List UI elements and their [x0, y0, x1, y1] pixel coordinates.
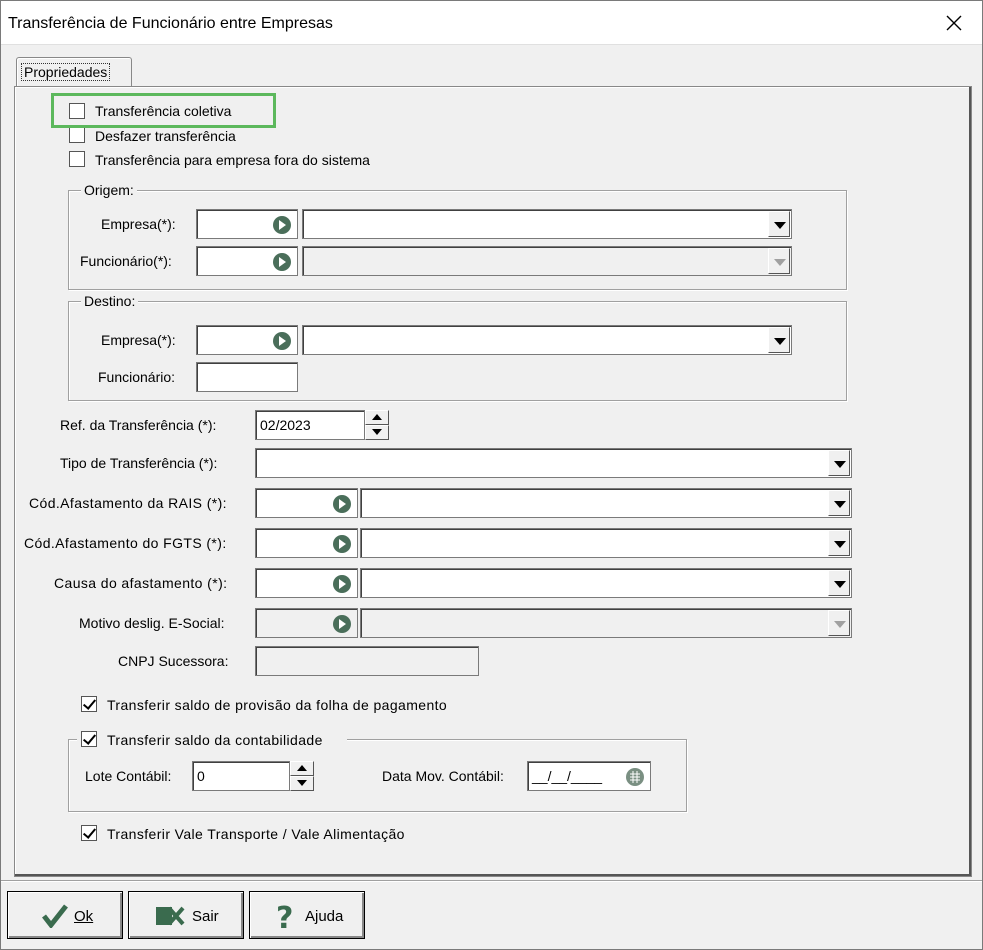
rais-select[interactable] [360, 488, 852, 518]
transfer-dialog: Transferência de Funcionário entre Empre… [0, 0, 983, 950]
ajuda-label: Ajuda [305, 908, 344, 925]
motivo-label: Motivo deslig. E-Social: [79, 615, 225, 631]
exit-icon [156, 906, 185, 926]
desfazer-label: Desfazer transferência [95, 128, 236, 144]
destino-empresa-label: Empresa(*): [101, 332, 176, 348]
fora-sistema-checkbox[interactable] [69, 151, 85, 167]
rais-label: Cód.Afastamento da RAIS (*): [29, 495, 227, 511]
ref-spinner[interactable] [365, 410, 389, 440]
calendar-icon[interactable] [624, 766, 646, 788]
lookup-icon[interactable] [331, 533, 353, 555]
ok-label: Ok [74, 908, 94, 925]
tipo-select[interactable] [255, 448, 852, 478]
title-bar: Transferência de Funcionário entre Empre… [1, 1, 982, 45]
cnpj-field [255, 646, 479, 676]
svg-text:?: ? [276, 902, 293, 932]
provisao-checkbox[interactable] [81, 696, 97, 712]
highlight-box [51, 93, 276, 128]
chevron-down-icon[interactable] [768, 211, 790, 237]
chevron-down-icon[interactable] [768, 327, 790, 353]
origem-funcionario-select [302, 246, 792, 276]
vale-label: Transferir Vale Transporte / Vale Alimen… [107, 826, 405, 842]
lookup-icon[interactable] [331, 573, 353, 595]
ref-input[interactable]: 02/2023 [255, 410, 365, 440]
origem-funcionario-label: Funcionário(*): [80, 253, 172, 269]
tab-label: Propriedades [21, 63, 111, 81]
contabilidade-label: Transferir saldo da contabilidade [107, 732, 323, 748]
lookup-icon [333, 615, 351, 633]
cnpj-label: CNPJ Sucessora: [118, 653, 229, 669]
lookup-icon[interactable] [331, 493, 353, 515]
chevron-down-icon [828, 610, 850, 636]
motivo-select [360, 608, 852, 638]
fgts-label: Cód.Afastamento do FGTS (*): [24, 535, 227, 551]
desfazer-checkbox[interactable] [69, 127, 85, 143]
lote-spinner[interactable] [290, 761, 314, 791]
causa-label: Causa do afastamento (*): [54, 575, 228, 591]
chevron-down-icon [768, 248, 790, 274]
ok-button[interactable]: Ok [7, 891, 123, 939]
destino-title: Destino: [81, 293, 139, 309]
lote-label: Lote Contábil: [85, 768, 172, 784]
checkmark-icon [42, 904, 68, 928]
lookup-icon[interactable] [271, 330, 293, 352]
help-icon: ? [276, 902, 293, 932]
chevron-down-icon[interactable] [828, 530, 850, 556]
fgts-select[interactable] [360, 528, 852, 558]
vale-checkbox[interactable] [81, 825, 97, 841]
destino-funcionario-field[interactable] [196, 362, 298, 392]
provisao-label: Transferir saldo de provisão da folha de… [107, 697, 448, 713]
contabilidade-checkbox[interactable] [81, 731, 97, 747]
tipo-label: Tipo de Transferência (*): [60, 455, 218, 471]
origem-empresa-label: Empresa(*): [101, 216, 176, 232]
ajuda-button[interactable]: ? Ajuda [249, 891, 365, 939]
fora-sistema-label: Transferência para empresa fora do siste… [95, 152, 370, 168]
chevron-down-icon[interactable] [828, 570, 850, 596]
data-mov-label: Data Mov. Contábil: [382, 768, 504, 784]
window-title: Transferência de Funcionário entre Empre… [8, 15, 333, 32]
sair-label: Sair [192, 908, 219, 925]
destino-empresa-select[interactable] [302, 325, 792, 355]
close-icon[interactable] [942, 11, 966, 35]
causa-select[interactable] [360, 568, 852, 598]
sair-button[interactable]: Sair [128, 891, 244, 939]
lote-input[interactable]: 0 [192, 761, 290, 791]
lookup-icon[interactable] [271, 251, 293, 273]
chevron-down-icon[interactable] [828, 450, 850, 476]
tab-propriedades[interactable]: Propriedades [16, 57, 132, 87]
origem-title: Origem: [81, 182, 137, 198]
origem-empresa-select[interactable] [302, 209, 792, 239]
destino-funcionario-label: Funcionário: [98, 369, 176, 385]
ref-label: Ref. da Transferência (*): [60, 417, 217, 433]
chevron-down-icon[interactable] [828, 490, 850, 516]
lookup-icon[interactable] [271, 214, 293, 236]
divider [1, 880, 982, 882]
